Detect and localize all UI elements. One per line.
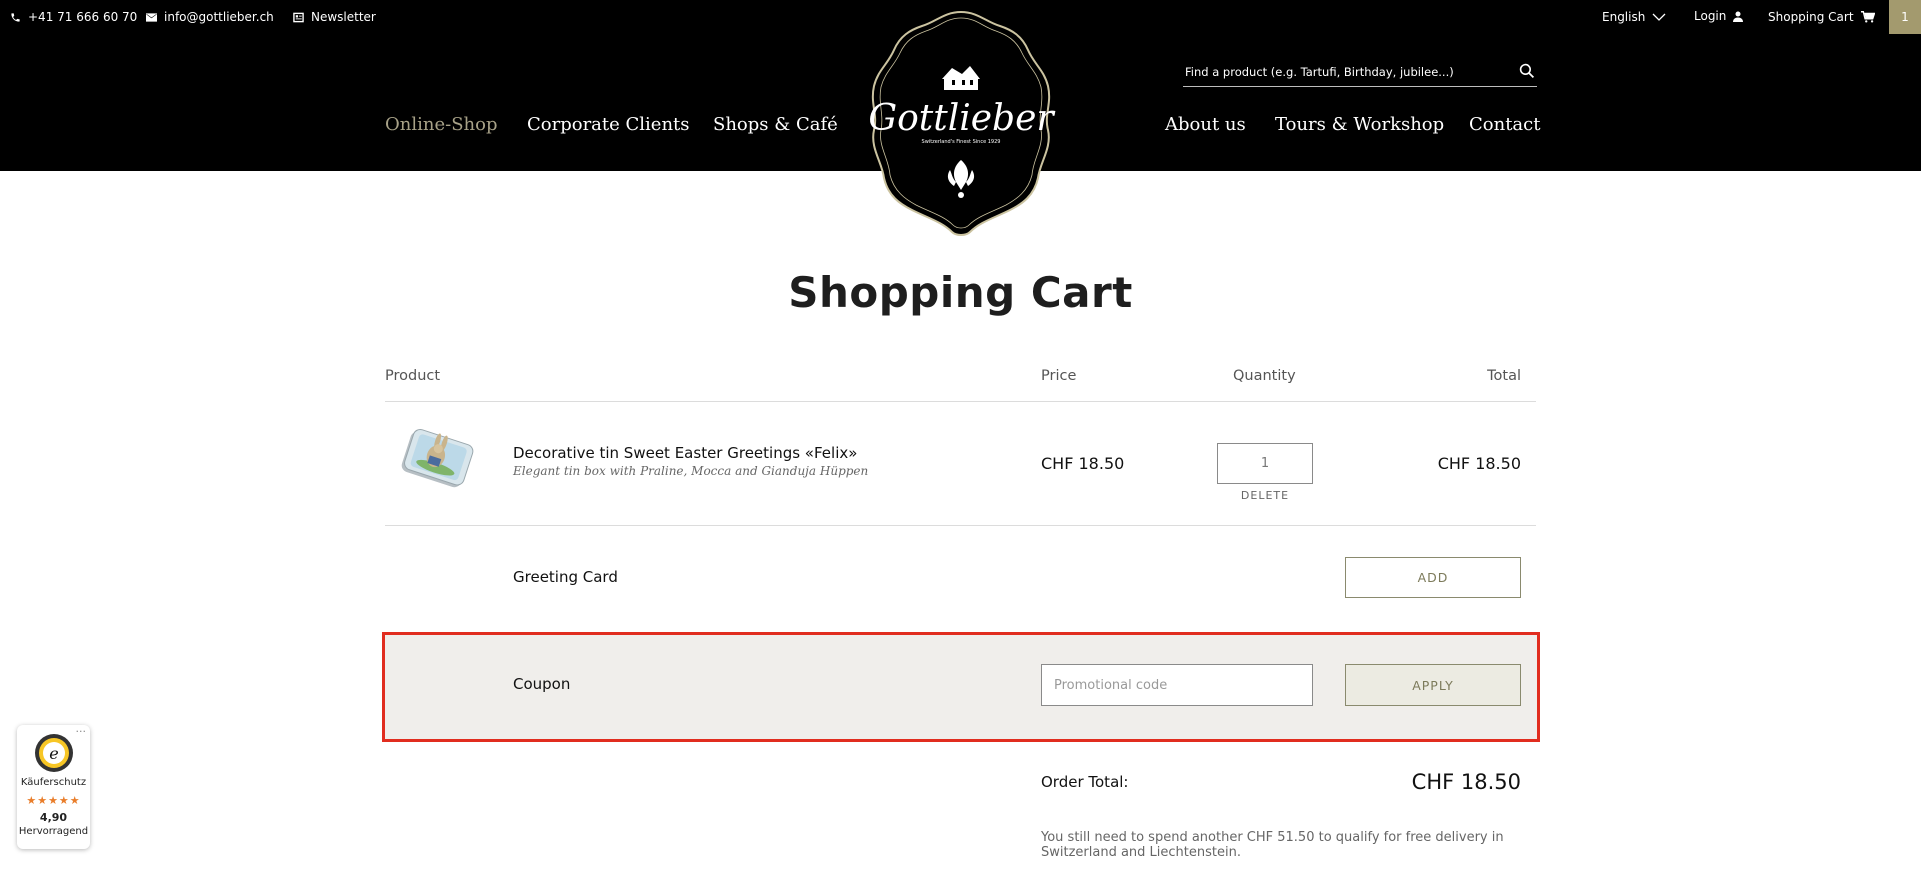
product-subtitle: Elegant tin box with Praline, Mocca and … <box>513 464 869 478</box>
phone-link[interactable]: +41 71 666 60 70 <box>10 10 137 24</box>
envelope-icon <box>146 12 157 22</box>
col-header-quantity: Quantity <box>1233 368 1296 384</box>
product-price: CHF 18.50 <box>1041 454 1125 473</box>
trusted-shops-badge[interactable]: ··· e Käuferschutz ★★★★★ 4,90 Hervorrage… <box>17 725 90 849</box>
cart-link[interactable]: Shopping Cart <box>1768 10 1875 24</box>
svg-text:e: e <box>49 744 58 763</box>
apply-coupon-button[interactable]: APPLY <box>1345 664 1521 706</box>
more-options-icon[interactable]: ··· <box>76 725 87 738</box>
nav-corporate-clients[interactable]: Corporate Clients <box>527 114 690 135</box>
login-link[interactable]: Login <box>1694 9 1744 23</box>
cart-count-badge[interactable]: 1 <box>1889 0 1921 34</box>
email-link[interactable]: info@gottlieber.ch <box>146 10 274 24</box>
cart-label: Shopping Cart <box>1768 10 1854 24</box>
product-total: CHF 18.50 <box>1437 454 1521 473</box>
quantity-input[interactable] <box>1217 443 1313 484</box>
coupon-label: Coupon <box>513 675 571 693</box>
trust-seal-icon: e <box>35 734 73 772</box>
greeting-card-label: Greeting Card <box>513 568 618 586</box>
svg-text:Gottlieber: Gottlieber <box>868 98 1055 139</box>
newsletter-link[interactable]: Newsletter <box>293 10 376 24</box>
phone-text: +41 71 666 60 70 <box>28 10 138 24</box>
chevron-down-icon <box>1652 13 1666 21</box>
language-label: English <box>1602 10 1646 24</box>
nav-about-us[interactable]: About us <box>1165 114 1246 135</box>
newspaper-icon <box>293 12 304 22</box>
col-header-price: Price <box>1041 368 1077 384</box>
nav-shops-cafe[interactable]: Shops & Café <box>713 114 838 135</box>
nav-online-shop[interactable]: Online-Shop <box>385 114 497 135</box>
svg-text:Switzerland's Finest Since 192: Switzerland's Finest Since 1929 <box>922 139 1001 145</box>
rating-stars: ★★★★★ <box>26 794 81 807</box>
free-delivery-note: You still need to spend another CHF 51.5… <box>1041 830 1504 860</box>
divider <box>385 401 1536 402</box>
order-total-label: Order Total: <box>1041 773 1129 791</box>
phone-icon <box>11 12 20 22</box>
rating-grade: Hervorragend <box>18 826 89 837</box>
user-icon <box>1733 11 1744 22</box>
order-total-value: CHF 18.50 <box>1411 770 1521 794</box>
col-header-product: Product <box>385 368 441 384</box>
newsletter-text: Newsletter <box>311 10 376 24</box>
page-title: Shopping Cart <box>788 268 1133 317</box>
product-name[interactable]: Decorative tin Sweet Easter Greetings «F… <box>513 444 857 462</box>
cart-icon <box>1860 11 1875 23</box>
language-select[interactable]: English <box>1602 10 1666 24</box>
nav-contact[interactable]: Contact <box>1469 114 1540 135</box>
search-icon[interactable] <box>1519 63 1535 79</box>
product-image[interactable] <box>392 424 476 500</box>
nav-tours-workshop[interactable]: Tours & Workshop <box>1275 114 1444 135</box>
rating-score: 4,90 <box>39 811 68 824</box>
search-input[interactable] <box>1183 60 1503 84</box>
divider <box>385 525 1536 526</box>
brand-logo[interactable]: Gottlieber Switzerland's Finest Since 19… <box>862 10 1060 238</box>
trust-label: Käuferschutz <box>20 777 87 788</box>
col-header-total: Total <box>1487 368 1521 384</box>
add-greeting-card-button[interactable]: ADD <box>1345 557 1521 598</box>
login-label: Login <box>1694 9 1727 23</box>
search-bar <box>1183 60 1537 87</box>
email-text: info@gottlieber.ch <box>164 10 274 24</box>
promo-code-input[interactable] <box>1041 664 1313 706</box>
delete-button[interactable]: DELETE <box>1217 489 1313 502</box>
